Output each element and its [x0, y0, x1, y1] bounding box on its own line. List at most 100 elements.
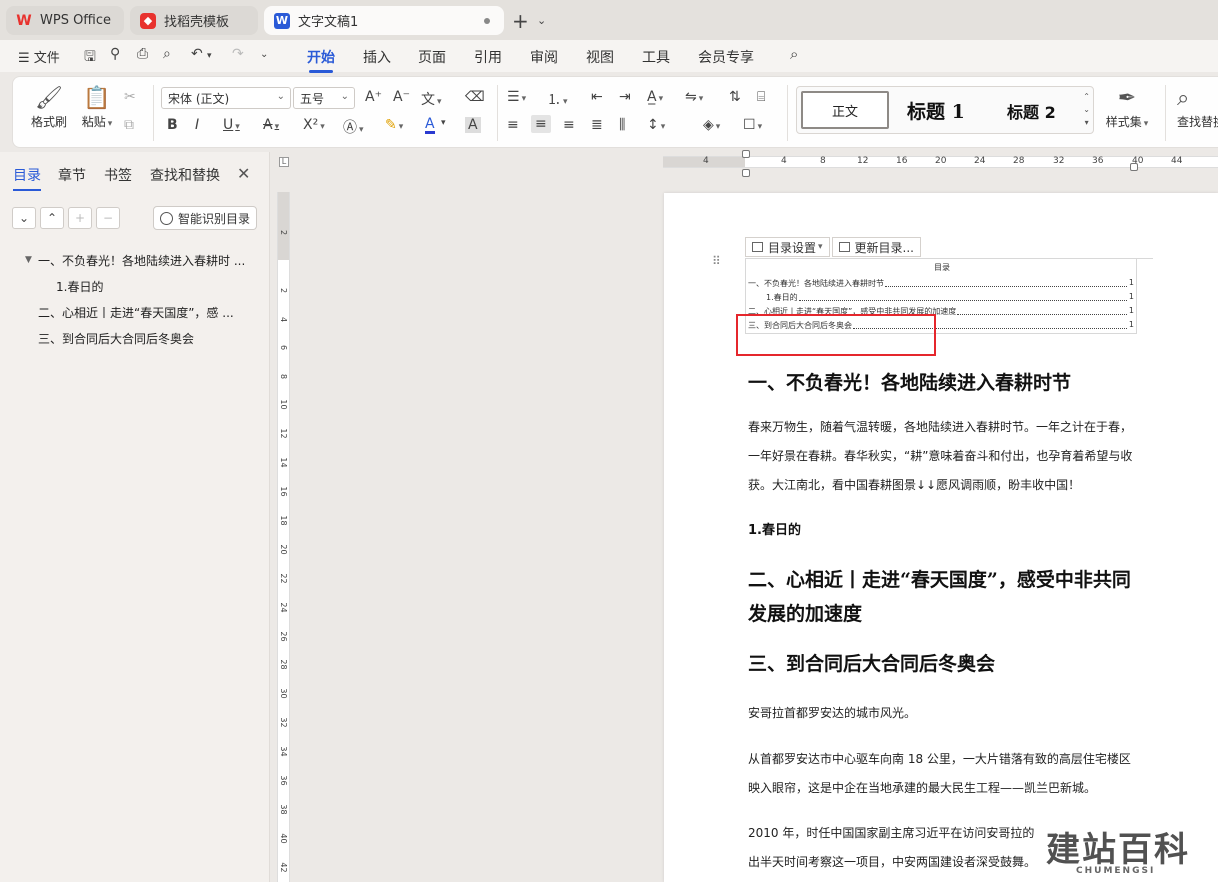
numbered-list-icon[interactable]: ⒈ ▾	[547, 89, 568, 109]
first-indent-marker[interactable]	[742, 150, 750, 158]
align-left-icon[interactable]: ≡	[507, 117, 519, 133]
copy-icon[interactable]: ⧉	[124, 117, 134, 133]
redo-icon[interactable]: ↷	[232, 46, 244, 62]
style-gallery: 正文 标题 1 标题 2 ⌃ ⌄ ▾	[796, 86, 1094, 134]
chevron-down-icon[interactable]: ▾	[441, 118, 446, 128]
nav-tab-bookmarks[interactable]: 书签	[104, 165, 132, 185]
file-menu-button[interactable]: ☰ 文件	[18, 47, 60, 66]
style-heading-1[interactable]: 标题 1	[907, 97, 965, 124]
new-tab-plus-icon[interactable]: +	[512, 9, 529, 33]
document-subheading[interactable]: 1.春日的	[748, 519, 801, 538]
toc-settings-button[interactable]: 目录设置 ▾	[745, 237, 830, 257]
search-icon[interactable]: ⌕	[790, 45, 798, 63]
style-heading-2[interactable]: 标题 2	[1007, 99, 1056, 123]
save-icon[interactable]: 🖫	[84, 46, 96, 70]
menu-home[interactable]: 开始	[307, 47, 335, 73]
shrink-font-icon[interactable]: A⁻	[393, 89, 410, 105]
nav-tab-chapters[interactable]: 章节	[58, 165, 86, 185]
menu-review[interactable]: 审阅	[530, 47, 558, 67]
nav-tab-toc[interactable]: 目录	[13, 165, 41, 191]
nav-toc-item[interactable]: 二、心相近丨走进“春天国度”，感 ...	[38, 304, 234, 321]
vertical-ruler[interactable]: 2 2 4 6 8 10 12 14 16 18 20 22 24 26 28 …	[277, 192, 290, 882]
font-name-select[interactable]: 宋体 (正文) ⌄	[161, 87, 291, 109]
superscript-icon[interactable]: X² ▾	[303, 117, 325, 133]
strikethrough-icon[interactable]: A ▾	[263, 117, 279, 133]
menu-insert[interactable]: 插入	[363, 47, 391, 67]
chevron-down-icon[interactable]: ⌄	[260, 49, 268, 60]
right-indent-marker[interactable]	[1130, 163, 1138, 171]
menu-tools[interactable]: 工具	[642, 47, 670, 67]
document-page[interactable]: 目录设置 ▾ 更新目录... ⠿ 目录 一、不负春光！各地陆续进入春耕时节 1 1…	[664, 193, 1218, 882]
style-scroll-icon[interactable]: ⌃ ⌄ ▾	[1083, 90, 1090, 129]
print-preview-icon[interactable]: ⌕	[163, 46, 171, 62]
tab-document[interactable]: W 文字文稿1	[264, 6, 504, 35]
undo-icon[interactable]: ↶	[191, 46, 203, 62]
toc-entry[interactable]: 1.春日的 1	[766, 292, 1134, 303]
justify-icon[interactable]: ≣	[591, 117, 603, 133]
close-icon[interactable]: ✕	[237, 164, 250, 183]
style-set-button[interactable]: ✒ 样式集 ▾	[1101, 85, 1153, 130]
shading-icon[interactable]: ◈ ▾	[703, 117, 720, 133]
promote-button[interactable]: +	[68, 207, 92, 229]
demote-button[interactable]: −	[96, 207, 120, 229]
find-replace-button[interactable]: ⌕ 查找替换	[1177, 85, 1218, 130]
format-painter-button[interactable]: 🖌 格式刷	[29, 85, 69, 130]
char-shading-icon[interactable]: A	[465, 117, 481, 133]
link-icon[interactable]: ⚲	[110, 46, 120, 62]
style-normal[interactable]: 正文	[801, 91, 889, 129]
bold-icon[interactable]: B	[167, 117, 178, 133]
italic-icon[interactable]: I	[195, 117, 199, 133]
toc-entry[interactable]: 一、不负春光！各地陆续进入春耕时节 1	[748, 278, 1134, 289]
print-icon[interactable]: ⎙	[137, 46, 148, 62]
line-spacing-icon[interactable]: ↕ ▾	[647, 117, 665, 133]
tab-template[interactable]: ◆ 找稻壳模板	[130, 6, 258, 35]
document-paragraph[interactable]: 安哥拉首都罗安达的城市风光。	[748, 699, 1140, 728]
bullet-list-icon[interactable]: ☰ ▾	[507, 89, 526, 105]
chevron-down-icon[interactable]: ⌄	[537, 14, 546, 27]
left-indent-marker[interactable]	[742, 169, 750, 177]
tab-stop-selector[interactable]: L	[279, 157, 289, 167]
align-center-icon[interactable]: ≡	[531, 115, 551, 133]
sort-icon[interactable]: ⇅	[729, 89, 741, 105]
font-size-select[interactable]: 五号 ⌄	[293, 87, 355, 109]
nav-toc-item[interactable]: 1.春日的	[56, 278, 103, 295]
tab-wps-office[interactable]: W WPS Office	[6, 6, 124, 35]
menu-member[interactable]: 会员专享	[698, 47, 754, 67]
caret-down-icon[interactable]: ▼	[25, 255, 32, 265]
red-annotation-box	[736, 314, 936, 356]
document-paragraph[interactable]: 春来万物生，随着气温转暖，各地陆续进入春耕时节。一年之计在于春，一年好景在春耕。…	[748, 413, 1140, 500]
document-heading-2[interactable]: 二、心相近丨走进“春天国度”，感受中非共同发展的加速度	[748, 563, 1140, 631]
drag-handle-icon[interactable]: ⠿	[712, 255, 721, 267]
smart-toc-button[interactable]: 智能识别目录	[153, 206, 257, 230]
highlight-icon[interactable]: ✎ ▾	[385, 117, 403, 133]
show-marks-icon[interactable]: ⌸	[757, 89, 765, 105]
toc-update-button[interactable]: 更新目录...	[831, 237, 921, 257]
menu-page[interactable]: 页面	[418, 47, 446, 67]
nav-toc-item[interactable]: 一、不负春光！各地陆续进入春耕时 ...	[38, 252, 245, 269]
decrease-indent-icon[interactable]: ⇤	[591, 89, 603, 105]
nav-toc-item[interactable]: 三、到合同后大合同后冬奥会	[38, 330, 194, 347]
collapse-up-button[interactable]: ⌃	[40, 207, 64, 229]
document-heading-1[interactable]: 一、不负春光！各地陆续进入春耕时节	[748, 368, 1071, 395]
menu-reference[interactable]: 引用	[474, 47, 502, 67]
menu-view[interactable]: 视图	[586, 47, 614, 67]
align-right-icon[interactable]: ≡	[563, 117, 575, 133]
chevron-down-icon[interactable]: ▾	[207, 51, 212, 61]
eraser-icon[interactable]: ⌫	[465, 89, 485, 105]
paste-button[interactable]: 📋 粘贴 ▾	[77, 85, 117, 130]
border-icon[interactable]: ☐ ▾	[743, 117, 762, 133]
document-paragraph[interactable]: 从首都罗安达市中心驱车向南 18 公里，一大片错落有致的高层住宅楼区映入眼帘，这…	[748, 745, 1140, 803]
cut-icon[interactable]: ✂	[124, 89, 136, 105]
asian-layout-icon[interactable]: A̲ ▾	[647, 89, 663, 105]
expand-down-button[interactable]: ⌄	[12, 207, 36, 229]
phonetic-icon[interactable]: 文 ▾	[421, 89, 442, 109]
nav-tab-find-replace[interactable]: 查找和替换	[150, 165, 220, 185]
text-effect-icon[interactable]: Ⓐ ▾	[343, 117, 364, 137]
increase-indent-icon[interactable]: ⇥	[619, 89, 631, 105]
font-color-icon[interactable]: A	[425, 117, 435, 134]
text-direction-icon[interactable]: ⇋ ▾	[685, 89, 703, 105]
document-heading-3[interactable]: 三、到合同后大合同后冬奥会	[748, 649, 995, 676]
grow-font-icon[interactable]: A⁺	[365, 89, 382, 105]
underline-icon[interactable]: U ▾	[223, 117, 240, 133]
distributed-icon[interactable]: ⫼	[619, 117, 625, 133]
